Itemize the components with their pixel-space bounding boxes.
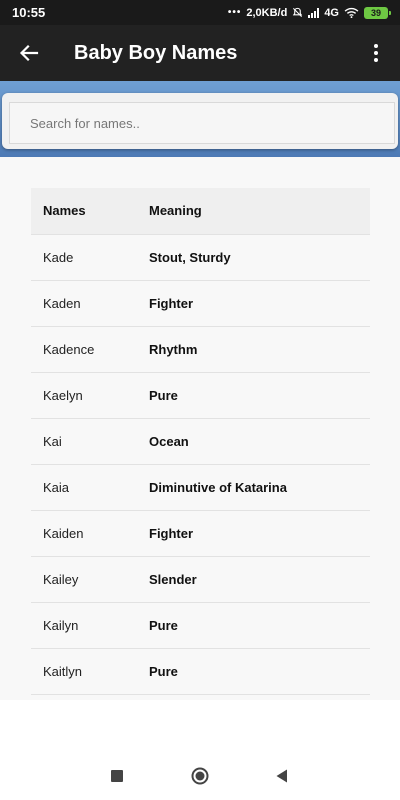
page-title: Baby Boy Names (74, 41, 238, 64)
name-cell: Kade (31, 233, 149, 280)
names-table: Names Meaning Kade Stout, Sturdy Kaden Fig… (31, 188, 370, 695)
overflow-menu-button[interactable] (352, 25, 400, 81)
table-header-row: Names Meaning (31, 188, 370, 234)
table-row[interactable]: Kaiden Fighter (31, 509, 370, 556)
table-row[interactable]: Kaden Fighter (31, 279, 370, 326)
table-row[interactable]: Kaitlyn Pure (31, 647, 370, 695)
more-vertical-icon (374, 44, 378, 62)
table-row[interactable]: Kaia Diminutive of Katarina (31, 463, 370, 510)
name-cell: Kai (31, 417, 149, 464)
meaning-cell: Slender (149, 555, 370, 602)
network-type: 4G (324, 6, 339, 19)
status-indicators: ••• 2,0KB/d 4G 39 (227, 6, 391, 19)
recents-button[interactable] (103, 762, 131, 790)
meaning-cell: Pure (149, 371, 370, 418)
meaning-cell: Pure (149, 647, 370, 695)
meaning-cell: Ocean (149, 417, 370, 464)
name-cell: Kailey (31, 555, 149, 602)
nav-back-button[interactable] (268, 762, 296, 790)
meaning-cell: Stout, Sturdy (149, 233, 370, 280)
table-row[interactable]: Kadence Rhythm (31, 325, 370, 372)
meaning-cell: Fighter (149, 509, 370, 556)
name-cell: Kaitlyn (31, 647, 149, 695)
system-nav-bar (0, 752, 400, 800)
table-row[interactable]: Kailyn Pure (31, 601, 370, 648)
signal-strength-icon (308, 7, 320, 18)
arrow-back-icon (19, 44, 39, 62)
recents-square-icon (111, 770, 123, 782)
battery-icon: 39 (364, 6, 391, 19)
mute-bell-icon (293, 7, 303, 18)
back-button[interactable] (0, 25, 58, 81)
table-row[interactable]: Kaelyn Pure (31, 371, 370, 418)
names-content: Names Meaning Kade Stout, Sturdy Kaden Fig… (0, 157, 400, 700)
name-cell: Kailyn (31, 601, 149, 648)
table-row[interactable]: Kailey Slender (31, 555, 370, 602)
table-row[interactable]: Kade Stout, Sturdy (31, 233, 370, 280)
name-cell: Kaelyn (31, 371, 149, 418)
back-triangle-icon (276, 769, 287, 783)
network-speed: 2,0KB/d (246, 6, 288, 19)
name-cell: Kaden (31, 279, 149, 326)
meaning-cell: Diminutive of Katarina (149, 463, 370, 510)
table-row[interactable]: Kai Ocean (31, 417, 370, 464)
name-cell: Kadence (31, 325, 149, 372)
name-cell: Kaiden (31, 509, 149, 556)
app-bar: Baby Boy Names (0, 25, 400, 81)
search-input[interactable] (9, 102, 395, 144)
meaning-cell: Rhythm (149, 325, 370, 372)
status-time: 10:55 (12, 5, 46, 20)
status-bar: 10:55 ••• 2,0KB/d 4G 39 (0, 0, 400, 25)
wifi-icon (344, 7, 359, 18)
meaning-cell: Fighter (149, 279, 370, 326)
column-header-meaning: Meaning (149, 188, 370, 234)
notification-dots: ••• (227, 7, 242, 18)
search-band (0, 81, 400, 157)
name-cell: Kaia (31, 463, 149, 510)
search-card (2, 93, 398, 149)
home-button[interactable] (186, 762, 214, 790)
meaning-cell: Pure (149, 601, 370, 648)
column-header-names: Names (31, 188, 149, 234)
home-circle-icon (191, 767, 209, 785)
